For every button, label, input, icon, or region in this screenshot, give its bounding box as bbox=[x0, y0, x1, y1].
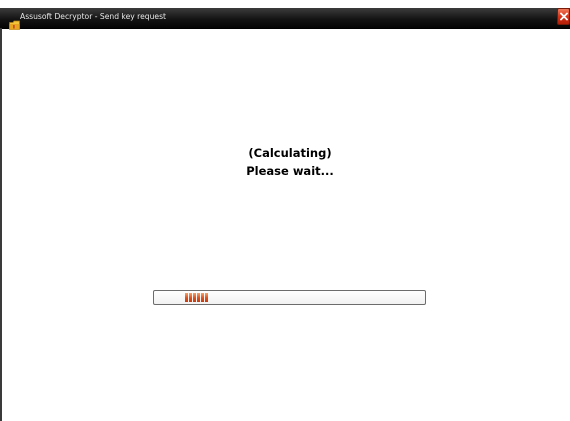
progress-block bbox=[197, 293, 200, 302]
window-title: Assusoft Decryptor - Send key request bbox=[20, 12, 167, 21]
progress-bar bbox=[153, 290, 426, 305]
window-border bbox=[0, 28, 2, 421]
progress-block bbox=[193, 293, 196, 302]
progress-block bbox=[189, 293, 192, 302]
close-icon bbox=[560, 12, 568, 21]
folder-icon bbox=[9, 15, 20, 30]
progress-block bbox=[201, 293, 204, 302]
status-please-wait: Please wait... bbox=[246, 164, 334, 178]
progress-block bbox=[185, 293, 188, 302]
status-calculating: (Calculating) bbox=[248, 146, 332, 160]
progress-block bbox=[205, 293, 208, 302]
close-button[interactable] bbox=[557, 8, 570, 25]
decryptor-window: Assusoft Decryptor - Send key request (C… bbox=[0, 0, 570, 421]
progress-indicator bbox=[185, 293, 208, 302]
title-bar[interactable]: Assusoft Decryptor - Send key request bbox=[0, 8, 570, 30]
